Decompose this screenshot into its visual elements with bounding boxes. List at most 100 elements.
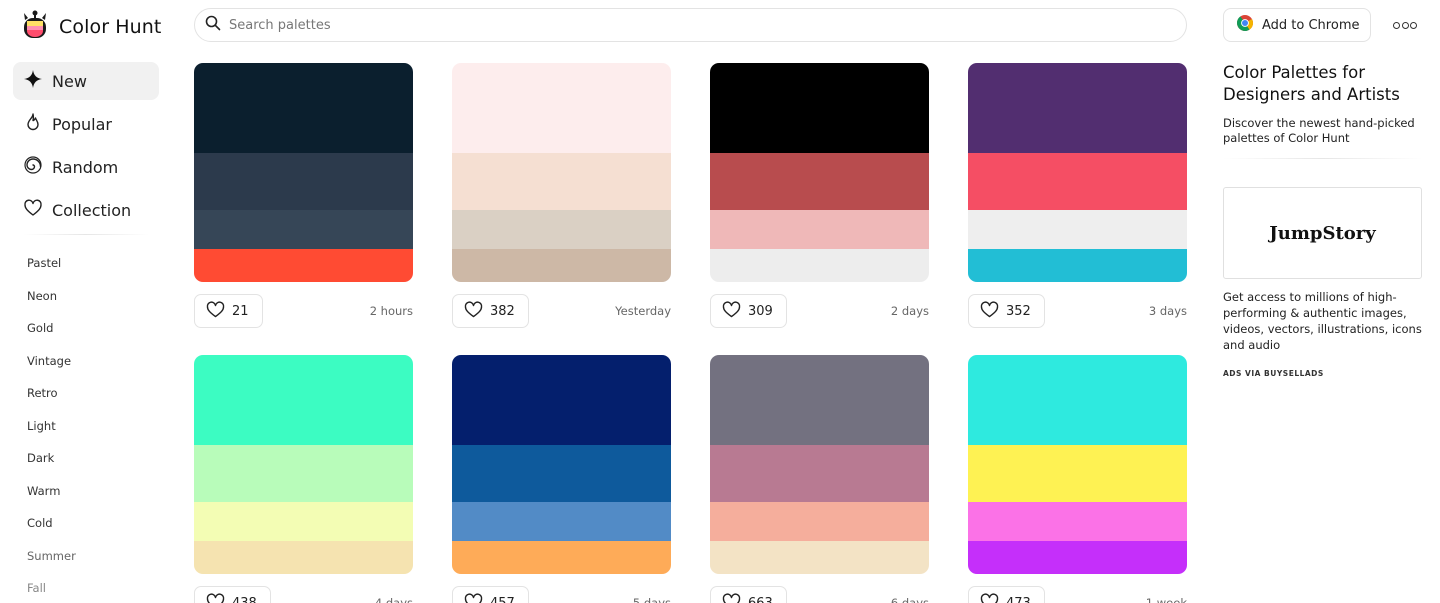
palette-color-3[interactable] — [194, 502, 413, 541]
like-button[interactable]: 382 — [452, 294, 529, 328]
palette-meta: 457 5 days — [452, 574, 671, 603]
tag-pastel[interactable]: Pastel — [13, 247, 159, 280]
palette-color-2[interactable] — [194, 153, 413, 210]
palette-meta: 382 Yesterday — [452, 282, 671, 328]
palette-card[interactable]: 309 2 days — [710, 63, 929, 328]
sidebar-item-collection[interactable]: Collection — [13, 191, 159, 229]
palette-color-1[interactable] — [452, 63, 671, 153]
palette-card[interactable]: 473 1 week — [968, 355, 1187, 603]
tag-light[interactable]: Light — [13, 410, 159, 443]
palette-color-2[interactable] — [710, 153, 929, 210]
palette-color-3[interactable] — [710, 502, 929, 541]
search-input[interactable] — [229, 17, 1129, 33]
logo[interactable]: Color Hunt — [20, 9, 161, 45]
heart-icon — [23, 198, 43, 222]
palette-color-2[interactable] — [968, 445, 1187, 502]
heart-icon — [206, 300, 225, 322]
palette-swatch[interactable] — [452, 63, 671, 282]
palette-color-3[interactable] — [968, 502, 1187, 541]
palette-time: 6 days — [890, 596, 929, 603]
palette-color-4[interactable] — [710, 541, 929, 574]
tag-fall[interactable]: Fall — [13, 572, 159, 603]
like-button[interactable]: 663 — [710, 586, 787, 603]
ad-logo: JumpStory — [1269, 222, 1376, 244]
page-title: Color Palettes for Designers and Artists — [1223, 63, 1400, 104]
palette-swatch[interactable] — [710, 63, 929, 282]
palette-card[interactable]: 382 Yesterday — [452, 63, 671, 328]
palette-card[interactable]: 352 3 days — [968, 63, 1187, 328]
ad-banner[interactable]: JumpStory — [1223, 187, 1422, 279]
palette-color-1[interactable] — [968, 63, 1187, 153]
palette-color-2[interactable] — [452, 153, 671, 210]
palette-color-3[interactable] — [710, 210, 929, 249]
search-bar[interactable] — [194, 8, 1187, 42]
palette-color-2[interactable] — [968, 153, 1187, 210]
palette-color-1[interactable] — [968, 355, 1187, 445]
like-count: 473 — [1006, 595, 1031, 603]
palette-color-4[interactable] — [968, 249, 1187, 282]
tag-retro[interactable]: Retro — [13, 377, 159, 410]
like-button[interactable]: 457 — [452, 586, 529, 603]
palette-color-3[interactable] — [968, 210, 1187, 249]
palette-card[interactable]: 457 5 days — [452, 355, 671, 603]
logo-text: Color Hunt — [59, 16, 162, 38]
palette-card[interactable]: 663 6 days — [710, 355, 929, 603]
palette-swatch[interactable] — [968, 355, 1187, 574]
sidebar-item-random[interactable]: Random — [13, 148, 159, 186]
palette-color-1[interactable] — [710, 355, 929, 445]
palette-color-2[interactable] — [452, 445, 671, 502]
palette-card[interactable]: 438 4 days — [194, 355, 413, 603]
palette-color-4[interactable] — [194, 541, 413, 574]
tag-warm[interactable]: Warm — [13, 475, 159, 508]
tag-vintage[interactable]: Vintage — [13, 345, 159, 378]
palette-color-1[interactable] — [194, 63, 413, 153]
like-button[interactable]: 309 — [710, 294, 787, 328]
palette-color-3[interactable] — [194, 210, 413, 249]
heart-icon — [464, 300, 483, 322]
palette-color-4[interactable] — [194, 249, 413, 282]
palette-color-3[interactable] — [452, 502, 671, 541]
color-hunt-logo-icon — [20, 9, 50, 45]
palette-color-4[interactable] — [710, 249, 929, 282]
sidebar-item-popular[interactable]: Popular — [13, 105, 159, 143]
sidebar-item-label: Collection — [52, 200, 132, 220]
right-panel: Color Palettes for Designers and Artists… — [1223, 62, 1423, 378]
add-to-chrome-button[interactable]: Add to Chrome — [1223, 8, 1371, 42]
palette-swatch[interactable] — [194, 355, 413, 574]
sidebar-item-new[interactable]: New — [13, 62, 159, 100]
palette-color-4[interactable] — [452, 249, 671, 282]
heart-icon — [206, 592, 225, 603]
like-button[interactable]: 473 — [968, 586, 1045, 603]
palette-color-1[interactable] — [194, 355, 413, 445]
ads-via-link[interactable]: ADS VIA BUYSELLADS — [1223, 369, 1423, 378]
heart-icon — [722, 300, 741, 322]
palette-color-4[interactable] — [452, 541, 671, 574]
palette-swatch[interactable] — [710, 355, 929, 574]
sidebar: New Popular Random Collection Pastel Neo… — [13, 62, 159, 603]
like-button[interactable]: 438 — [194, 586, 271, 603]
palette-time: 1 week — [1145, 596, 1187, 603]
tag-dark[interactable]: Dark — [13, 442, 159, 475]
palette-swatch[interactable] — [452, 355, 671, 574]
tag-cold[interactable]: Cold — [13, 507, 159, 540]
header: Color Hunt Add to Chrome — [0, 0, 1440, 50]
palette-color-1[interactable] — [710, 63, 929, 153]
sidebar-item-label: Random — [52, 157, 119, 177]
palette-color-2[interactable] — [194, 445, 413, 502]
palette-swatch[interactable] — [968, 63, 1187, 282]
palette-color-4[interactable] — [968, 541, 1187, 574]
palette-color-1[interactable] — [452, 355, 671, 445]
tag-summer[interactable]: Summer — [13, 540, 159, 573]
ad-text[interactable]: Get access to millions of high-performin… — [1223, 289, 1423, 353]
more-icon[interactable] — [1393, 18, 1417, 32]
tag-neon[interactable]: Neon — [13, 280, 159, 313]
like-button[interactable]: 21 — [194, 294, 263, 328]
palette-color-3[interactable] — [452, 210, 671, 249]
right-divider — [1223, 158, 1423, 159]
palette-card[interactable]: 21 2 hours — [194, 63, 413, 328]
palette-time: Yesterday — [615, 304, 671, 318]
tag-gold[interactable]: Gold — [13, 312, 159, 345]
palette-color-2[interactable] — [710, 445, 929, 502]
like-button[interactable]: 352 — [968, 294, 1045, 328]
palette-swatch[interactable] — [194, 63, 413, 282]
